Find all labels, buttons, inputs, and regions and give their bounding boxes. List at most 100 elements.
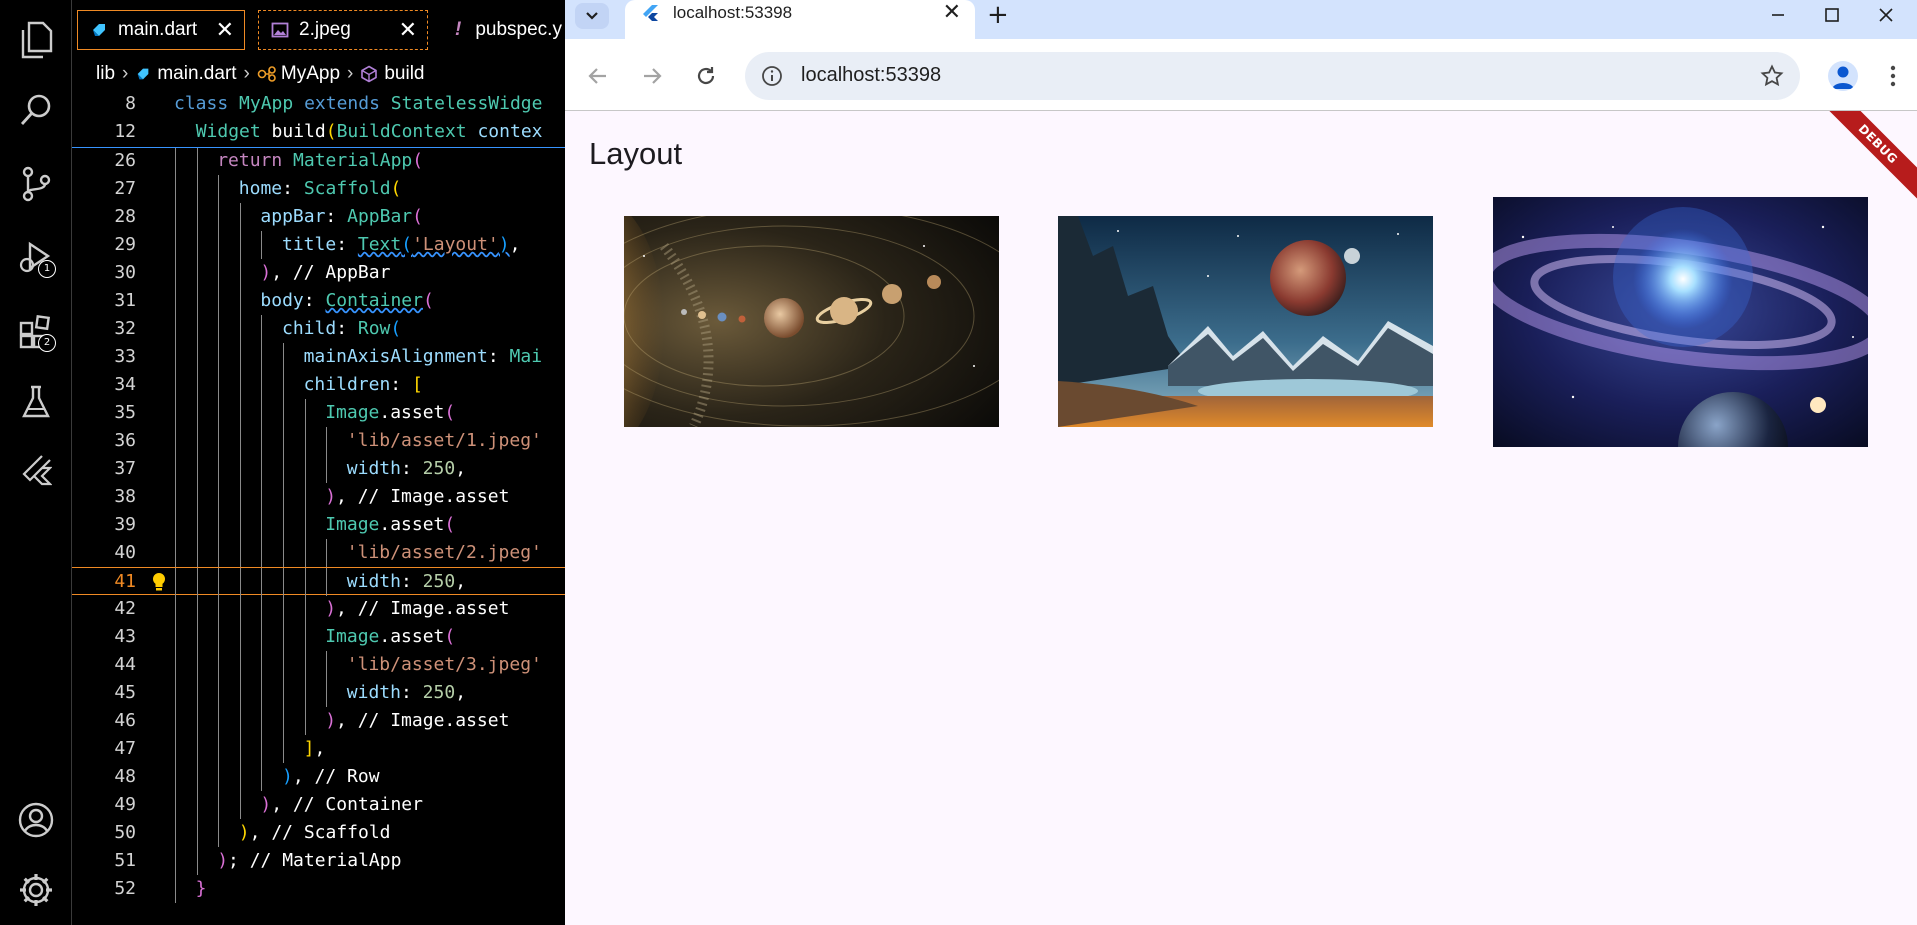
sticky-code-line[interactable]: 8 class MyApp extends StatelessWidge: [72, 90, 565, 118]
flutter-icon[interactable]: [14, 450, 58, 494]
code-line[interactable]: 43 Image.asset(: [72, 623, 565, 651]
code-line[interactable]: 31 body: Container(: [72, 287, 565, 315]
indent-guide: [326, 651, 328, 679]
indent-guide: [196, 847, 198, 875]
indent-guide: [218, 679, 220, 707]
url-text[interactable]: localhost:53398: [801, 64, 941, 87]
code-line[interactable]: 46), // Image.asset: [72, 707, 565, 735]
indent-guide: [261, 763, 263, 791]
code-line[interactable]: 30), // AppBar: [72, 259, 565, 287]
code-line[interactable]: 39 Image.asset(: [72, 511, 565, 539]
code-line[interactable]: 47],: [72, 735, 565, 763]
indent-guide: [196, 483, 198, 511]
code-token: (: [422, 290, 434, 311]
close-tab-icon[interactable]: ✕: [399, 17, 427, 43]
code-line[interactable]: 36 'lib/asset/1.jpeg': [72, 427, 565, 455]
site-info-icon[interactable]: [761, 65, 783, 87]
code-line[interactable]: 41 width: 250,: [72, 567, 565, 596]
tab-search-button[interactable]: [575, 3, 609, 29]
line-number: 49: [114, 794, 136, 815]
indent-guide: [239, 371, 241, 399]
code-token: BuildContext: [336, 121, 478, 142]
code-line[interactable]: 34 children: [: [72, 371, 565, 399]
code-token: :: [325, 206, 348, 227]
code-text: return MaterialApp(: [217, 147, 423, 175]
indent-guide: [239, 679, 241, 707]
line-number: 12: [114, 121, 136, 142]
chrome-menu-kebab-icon[interactable]: [1883, 61, 1903, 91]
indent-guide: [261, 623, 263, 651]
close-window-icon[interactable]: [1861, 0, 1911, 30]
indent-guide: [196, 455, 198, 483]
code-line[interactable]: 44 'lib/asset/3.jpeg': [72, 651, 565, 679]
breadcrumb-lib[interactable]: lib: [96, 63, 115, 85]
run-debug-icon[interactable]: 1: [14, 236, 58, 280]
new-tab-plus-icon[interactable]: +: [987, 0, 1009, 30]
code-line[interactable]: 45 width: 250,: [72, 679, 565, 707]
code-line[interactable]: 32 child: Row(: [72, 315, 565, 343]
code-line[interactable]: 51); // MaterialApp: [72, 847, 565, 875]
close-tab-icon[interactable]: ✕: [216, 17, 244, 43]
profile-avatar[interactable]: [1828, 61, 1858, 91]
explorer-icon[interactable]: [14, 18, 58, 62]
testing-flask-icon[interactable]: [14, 380, 58, 424]
breadcrumb-main-dart[interactable]: main.dart: [157, 63, 236, 85]
editor-tab-main-dart[interactable]: main.dart ✕: [77, 10, 245, 50]
code-line[interactable]: 52}: [72, 875, 565, 903]
forward-arrow-icon[interactable]: [637, 61, 667, 91]
browser-tab[interactable]: localhost:53398 ✕: [625, 0, 975, 39]
indent-guide: [218, 175, 220, 203]
settings-gear-icon[interactable]: [14, 868, 58, 912]
code-line[interactable]: 49), // Container: [72, 791, 565, 819]
extensions-badge: 2: [38, 334, 56, 352]
code-line[interactable]: 42), // Image.asset: [72, 595, 565, 623]
indent-guide: [175, 595, 176, 623]
indent-guide: [196, 791, 198, 819]
indent-guide: [239, 595, 241, 623]
line-number: 47: [114, 738, 136, 759]
lightbulb-icon[interactable]: [150, 572, 168, 592]
close-tab-icon[interactable]: ✕: [943, 0, 961, 25]
indent-guide: [261, 399, 263, 427]
search-icon[interactable]: [14, 88, 58, 132]
indent-guide: [196, 651, 198, 679]
code-line[interactable]: 28 appBar: AppBar(: [72, 203, 565, 231]
run-debug-badge: 1: [38, 260, 56, 278]
code-token: Image: [325, 514, 380, 535]
address-bar[interactable]: localhost:53398: [745, 52, 1800, 100]
back-arrow-icon[interactable]: [583, 61, 613, 91]
indent-guide: [239, 315, 241, 343]
extensions-icon[interactable]: 2: [14, 310, 58, 354]
minimize-icon[interactable]: [1753, 0, 1803, 30]
source-control-icon[interactable]: [14, 162, 58, 206]
indent-guide: [175, 371, 176, 399]
code-editor[interactable]: 8 class MyApp extends StatelessWidge 12 Wi…: [72, 90, 565, 925]
reload-icon[interactable]: [691, 61, 721, 91]
code-line[interactable]: 29 title: Text('Layout'),: [72, 231, 565, 259]
bookmark-star-icon[interactable]: [1760, 64, 1784, 88]
code-line[interactable]: 48), // Row: [72, 763, 565, 791]
indent-guide: [175, 679, 176, 707]
editor-tab-pubspec[interactable]: ! pubspec.y: [441, 10, 565, 50]
indent-guide: [283, 511, 284, 539]
code-text: ), // Image.asset: [325, 707, 509, 735]
code-line[interactable]: 26 return MaterialApp(: [72, 147, 565, 175]
code-line[interactable]: 27 home: Scaffold(: [72, 175, 565, 203]
indent-guide: [283, 371, 284, 399]
code-line[interactable]: 38), // Image.asset: [72, 483, 565, 511]
code-token: title: [282, 234, 337, 255]
account-icon[interactable]: [14, 798, 58, 842]
yaml-file-icon: !: [455, 19, 462, 40]
indent-guide: [304, 483, 306, 511]
code-line[interactable]: 40 'lib/asset/2.jpeg': [72, 539, 565, 567]
code-line[interactable]: 33 mainAxisAlignment: Mai: [72, 343, 565, 371]
code-line[interactable]: 35 Image.asset(: [72, 399, 565, 427]
editor-tab-2-jpeg[interactable]: 2.jpeg ✕: [258, 10, 428, 50]
code-line[interactable]: 50), // Scaffold: [72, 819, 565, 847]
breadcrumb-build[interactable]: build: [384, 63, 424, 85]
breadcrumb-myapp[interactable]: MyApp: [281, 63, 340, 85]
maximize-icon[interactable]: [1807, 0, 1857, 30]
code-line[interactable]: 37 width: 250,: [72, 455, 565, 483]
sticky-code-line[interactable]: 12 Widget build(BuildContext contex: [72, 118, 565, 146]
